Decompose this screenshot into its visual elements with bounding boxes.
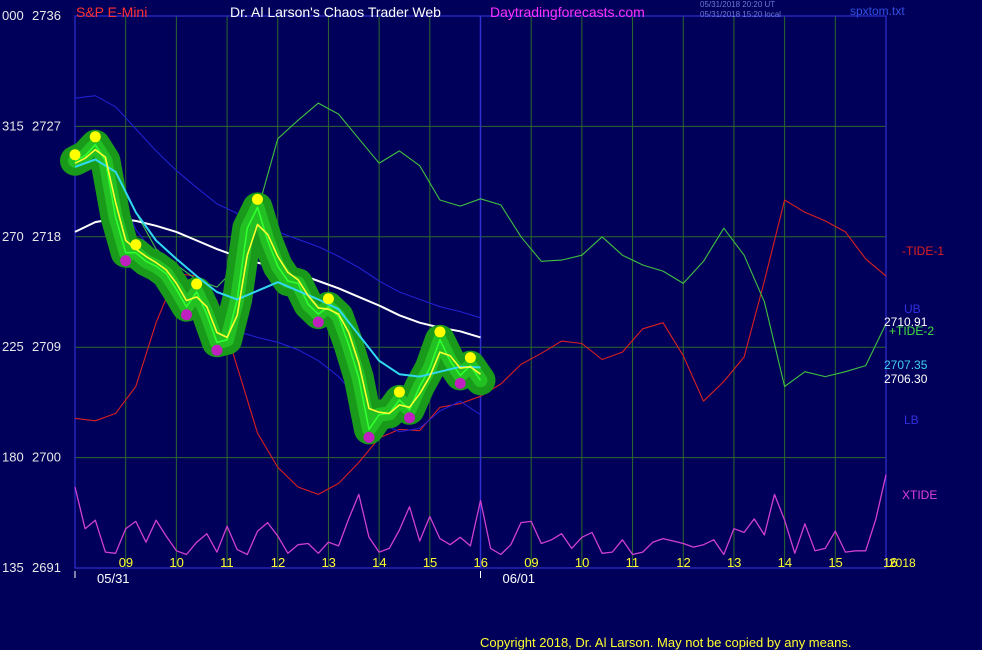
swing-low-dot bbox=[181, 309, 193, 321]
x-hour-tick: 10 bbox=[169, 555, 183, 570]
fast-avg-value-label: 2707.35 bbox=[884, 358, 928, 372]
swing-low-dot bbox=[312, 316, 324, 328]
timestamp-ut: 05/31/2018 20:20 UT bbox=[700, 0, 776, 9]
swing-low-dot bbox=[120, 255, 132, 267]
file-label: spxtom.txt bbox=[850, 4, 905, 18]
x-hour-tick: 10 bbox=[575, 555, 589, 570]
y-secondary-tick: 180 bbox=[2, 450, 24, 465]
swing-high-dot bbox=[191, 278, 203, 290]
x-date-label: 05/31 bbox=[97, 571, 130, 586]
x-hour-tick: 13 bbox=[321, 555, 335, 570]
y-price-tick: 2736 bbox=[32, 8, 61, 23]
x-hour-tick: 16 bbox=[474, 555, 488, 570]
x-axis-labels: 09 10 11 12 13 14 15 16 09 10 11 12 13 14 15 1605/31 06/… bbox=[74, 555, 897, 586]
y-secondary-tick: 315 bbox=[2, 118, 24, 133]
x-hour-tick: 13 bbox=[727, 555, 741, 570]
y-price-tick: 2700 bbox=[32, 450, 61, 465]
y-price-tick: 2709 bbox=[32, 339, 61, 354]
x-hour-tick: 14 bbox=[778, 555, 792, 570]
swing-high-dot bbox=[393, 386, 405, 398]
swing-high-dot bbox=[434, 326, 446, 338]
y-price-tick: 2727 bbox=[32, 118, 61, 133]
x-hour-tick: 11 bbox=[626, 555, 640, 570]
y-secondary-tick: 135 bbox=[2, 560, 24, 575]
swing-high-dot bbox=[322, 293, 334, 305]
x-hour-tick: 12 bbox=[271, 555, 285, 570]
xtide-label: XTIDE bbox=[902, 488, 938, 502]
swing-low-dot bbox=[211, 344, 223, 356]
lb-label: LB bbox=[904, 413, 919, 427]
chart-svg: 000 2736 315 2727 270 2718 225 2709 180 2700 135 26… bbox=[2, 8, 897, 586]
x-date-label: 06/01 bbox=[503, 571, 536, 586]
y-secondary-tick: 000 bbox=[2, 8, 24, 23]
x-hour-tick: 14 bbox=[372, 555, 386, 570]
swing-high-dot bbox=[69, 149, 81, 161]
tide1-label: -TIDE-1 bbox=[902, 244, 944, 258]
x-hour-tick: 09 bbox=[524, 555, 538, 570]
copyright: Copyright 2018, Dr. Al Larson. May not b… bbox=[480, 635, 852, 650]
x-hour-tick: 15 bbox=[828, 555, 842, 570]
x-hour-tick: 11 bbox=[220, 555, 234, 570]
swing-high-dot bbox=[130, 239, 142, 251]
slow-avg-value-label: 2706.30 bbox=[884, 372, 928, 386]
ub-label: UB bbox=[904, 302, 921, 316]
year-label: 2018 bbox=[889, 556, 916, 570]
y-price-tick: 2691 bbox=[32, 560, 61, 575]
timestamp-local: 05/31/2018 15:20 local bbox=[700, 10, 781, 19]
x-hour-tick: 12 bbox=[676, 555, 690, 570]
y-axis-labels: 000 2736 315 2727 270 2718 225 2709 180 2700 135 26… bbox=[2, 8, 61, 575]
swing-high-dot bbox=[251, 193, 263, 205]
site-link[interactable]: Daytradingforecasts.com bbox=[490, 5, 645, 19]
y-price-tick: 2718 bbox=[32, 229, 61, 244]
x-hour-tick: 09 bbox=[119, 555, 133, 570]
y-secondary-tick: 225 bbox=[2, 339, 24, 354]
swing-low-dot bbox=[404, 412, 416, 424]
tide2-label: +TIDE-2 bbox=[889, 324, 935, 338]
swing-low-dot bbox=[454, 377, 466, 389]
instrument-label: S&P E-Mini bbox=[76, 4, 148, 20]
y-secondary-tick: 270 bbox=[2, 229, 24, 244]
swing-high-dot bbox=[89, 131, 101, 143]
swing-low-dot bbox=[363, 431, 375, 443]
x-hour-tick: 15 bbox=[423, 555, 437, 570]
swing-high-dot bbox=[464, 352, 476, 364]
price-series bbox=[60, 129, 496, 445]
chart-title: Dr. Al Larson's Chaos Trader Web bbox=[230, 4, 441, 20]
